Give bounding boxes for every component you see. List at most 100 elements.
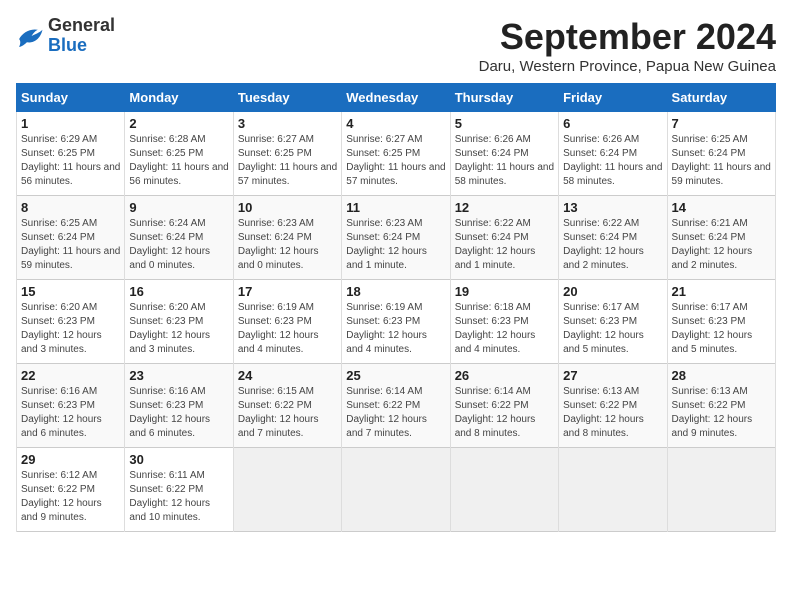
title-block: September 2024 Daru, Western Province, P… [479, 16, 776, 75]
day-header-tuesday: Tuesday [233, 84, 341, 112]
day-info: Sunrise: 6:20 AMSunset: 6:23 PMDaylight:… [21, 301, 120, 357]
day-info: Sunrise: 6:23 AMSunset: 6:24 PMDaylight:… [346, 217, 445, 273]
day-info: Sunrise: 6:19 AMSunset: 6:23 PMDaylight:… [346, 301, 445, 357]
day-number: 25 [346, 368, 445, 383]
day-number: 23 [129, 368, 228, 383]
day-info: Sunrise: 6:26 AMSunset: 6:24 PMDaylight:… [455, 133, 554, 189]
calendar-day-cell: 4 Sunrise: 6:27 AMSunset: 6:25 PMDaylight… [342, 112, 450, 196]
calendar-day-cell: 9Sunrise: 6:24 AMSunset: 6:24 PMDaylight… [125, 196, 233, 280]
calendar-day-cell: 8 Sunrise: 6:25 AMSunset: 6:24 PMDaylight… [17, 196, 125, 280]
day-info: Sunrise: 6:26 AMSunset: 6:24 PMDaylight:… [563, 133, 662, 189]
calendar-day-cell: 26 Sunrise: 6:14 AMSunset: 6:22 PMDayligh… [450, 364, 558, 448]
day-info: Sunrise: 6:25 AMSunset: 6:24 PMDaylight:… [672, 133, 771, 189]
calendar-day-cell: 24 Sunrise: 6:15 AMSunset: 6:22 PMDayligh… [233, 364, 341, 448]
calendar-day-cell: 21 Sunrise: 6:17 AMSunset: 6:23 PMDayligh… [667, 280, 775, 364]
day-number: 6 [563, 116, 662, 131]
calendar-day-cell: 30Sunrise: 6:11 AMSunset: 6:22 PMDayligh… [125, 448, 233, 532]
calendar-week-row: 15 Sunrise: 6:20 AMSunset: 6:23 PMDayligh… [17, 280, 776, 364]
calendar-day-cell: 1 Sunrise: 6:29 AMSunset: 6:25 PMDaylight… [17, 112, 125, 196]
day-number: 3 [238, 116, 337, 131]
day-info: Sunrise: 6:13 AMSunset: 6:22 PMDaylight:… [672, 385, 771, 441]
day-info: Sunrise: 6:18 AMSunset: 6:23 PMDaylight:… [455, 301, 554, 357]
day-number: 29 [21, 452, 120, 467]
day-info: Sunrise: 6:16 AMSunset: 6:23 PMDaylight:… [129, 385, 228, 441]
day-info: Sunrise: 6:15 AMSunset: 6:22 PMDaylight:… [238, 385, 337, 441]
day-info: Sunrise: 6:22 AMSunset: 6:24 PMDaylight:… [563, 217, 662, 273]
day-number: 16 [129, 284, 228, 299]
calendar-day-cell: 25 Sunrise: 6:14 AMSunset: 6:22 PMDayligh… [342, 364, 450, 448]
calendar-day-cell [667, 448, 775, 532]
day-number: 19 [455, 284, 554, 299]
day-number: 7 [672, 116, 771, 131]
day-number: 22 [21, 368, 120, 383]
calendar-day-cell: 3 Sunrise: 6:27 AMSunset: 6:25 PMDaylight… [233, 112, 341, 196]
day-info: Sunrise: 6:17 AMSunset: 6:23 PMDaylight:… [672, 301, 771, 357]
day-number: 17 [238, 284, 337, 299]
calendar-day-cell: 13 Sunrise: 6:22 AMSunset: 6:24 PMDayligh… [559, 196, 667, 280]
calendar-day-cell: 5Sunrise: 6:26 AMSunset: 6:24 PMDaylight… [450, 112, 558, 196]
day-info: Sunrise: 6:27 AMSunset: 6:25 PMDaylight:… [238, 133, 337, 189]
day-info: Sunrise: 6:12 AMSunset: 6:22 PMDaylight:… [21, 469, 120, 525]
day-number: 8 [21, 200, 120, 215]
day-info: Sunrise: 6:14 AMSunset: 6:22 PMDaylight:… [346, 385, 445, 441]
calendar-day-cell: 10Sunrise: 6:23 AMSunset: 6:24 PMDayligh… [233, 196, 341, 280]
day-number: 13 [563, 200, 662, 215]
calendar-day-cell: 19 Sunrise: 6:18 AMSunset: 6:23 PMDayligh… [450, 280, 558, 364]
day-header-thursday: Thursday [450, 84, 558, 112]
calendar-day-cell: 2Sunrise: 6:28 AMSunset: 6:25 PMDaylight… [125, 112, 233, 196]
day-header-monday: Monday [125, 84, 233, 112]
calendar-day-cell: 18 Sunrise: 6:19 AMSunset: 6:23 PMDayligh… [342, 280, 450, 364]
logo-blue: Blue [48, 35, 87, 55]
day-info: Sunrise: 6:21 AMSunset: 6:24 PMDaylight:… [672, 217, 771, 273]
day-header-sunday: Sunday [17, 84, 125, 112]
calendar-day-cell: 17Sunrise: 6:19 AMSunset: 6:23 PMDayligh… [233, 280, 341, 364]
day-number: 4 [346, 116, 445, 131]
day-number: 26 [455, 368, 554, 383]
day-number: 18 [346, 284, 445, 299]
month-year-title: September 2024 [479, 16, 776, 58]
day-number: 9 [129, 200, 228, 215]
calendar-table: SundayMondayTuesdayWednesdayThursdayFrid… [16, 83, 776, 532]
calendar-week-row: 1 Sunrise: 6:29 AMSunset: 6:25 PMDaylight… [17, 112, 776, 196]
calendar-day-cell: 15 Sunrise: 6:20 AMSunset: 6:23 PMDayligh… [17, 280, 125, 364]
day-number: 20 [563, 284, 662, 299]
day-info: Sunrise: 6:29 AMSunset: 6:25 PMDaylight:… [21, 133, 120, 189]
calendar-day-cell: 14 Sunrise: 6:21 AMSunset: 6:24 PMDayligh… [667, 196, 775, 280]
calendar-day-cell: 12 Sunrise: 6:22 AMSunset: 6:24 PMDayligh… [450, 196, 558, 280]
day-header-friday: Friday [559, 84, 667, 112]
day-info: Sunrise: 6:17 AMSunset: 6:23 PMDaylight:… [563, 301, 662, 357]
calendar-day-cell: 16 Sunrise: 6:20 AMSunset: 6:23 PMDayligh… [125, 280, 233, 364]
day-header-wednesday: Wednesday [342, 84, 450, 112]
day-number: 12 [455, 200, 554, 215]
day-number: 15 [21, 284, 120, 299]
day-info: Sunrise: 6:20 AMSunset: 6:23 PMDaylight:… [129, 301, 228, 357]
day-info: Sunrise: 6:11 AMSunset: 6:22 PMDaylight:… [129, 469, 228, 525]
day-number: 24 [238, 368, 337, 383]
day-number: 1 [21, 116, 120, 131]
day-number: 14 [672, 200, 771, 215]
logo-text: General Blue [48, 16, 115, 56]
day-number: 28 [672, 368, 771, 383]
calendar-day-cell: 23 Sunrise: 6:16 AMSunset: 6:23 PMDayligh… [125, 364, 233, 448]
day-info: Sunrise: 6:23 AMSunset: 6:24 PMDaylight:… [238, 217, 337, 273]
calendar-day-cell: 29 Sunrise: 6:12 AMSunset: 6:22 PMDayligh… [17, 448, 125, 532]
calendar-day-cell: 20 Sunrise: 6:17 AMSunset: 6:23 PMDayligh… [559, 280, 667, 364]
calendar-week-row: 8 Sunrise: 6:25 AMSunset: 6:24 PMDaylight… [17, 196, 776, 280]
calendar-day-cell: 27 Sunrise: 6:13 AMSunset: 6:22 PMDayligh… [559, 364, 667, 448]
day-info: Sunrise: 6:25 AMSunset: 6:24 PMDaylight:… [21, 217, 120, 273]
calendar-header-row: SundayMondayTuesdayWednesdayThursdayFrid… [17, 84, 776, 112]
day-number: 27 [563, 368, 662, 383]
calendar-day-cell: 6 Sunrise: 6:26 AMSunset: 6:24 PMDaylight… [559, 112, 667, 196]
day-number: 21 [672, 284, 771, 299]
logo: General Blue [16, 16, 115, 56]
calendar-day-cell: 11Sunrise: 6:23 AMSunset: 6:24 PMDayligh… [342, 196, 450, 280]
day-info: Sunrise: 6:22 AMSunset: 6:24 PMDaylight:… [455, 217, 554, 273]
day-number: 2 [129, 116, 228, 131]
day-header-saturday: Saturday [667, 84, 775, 112]
day-info: Sunrise: 6:27 AMSunset: 6:25 PMDaylight:… [346, 133, 445, 189]
page-header: General Blue September 2024 Daru, Wester… [16, 16, 776, 75]
day-info: Sunrise: 6:14 AMSunset: 6:22 PMDaylight:… [455, 385, 554, 441]
day-info: Sunrise: 6:13 AMSunset: 6:22 PMDaylight:… [563, 385, 662, 441]
logo-general: General [48, 15, 115, 35]
calendar-day-cell [233, 448, 341, 532]
